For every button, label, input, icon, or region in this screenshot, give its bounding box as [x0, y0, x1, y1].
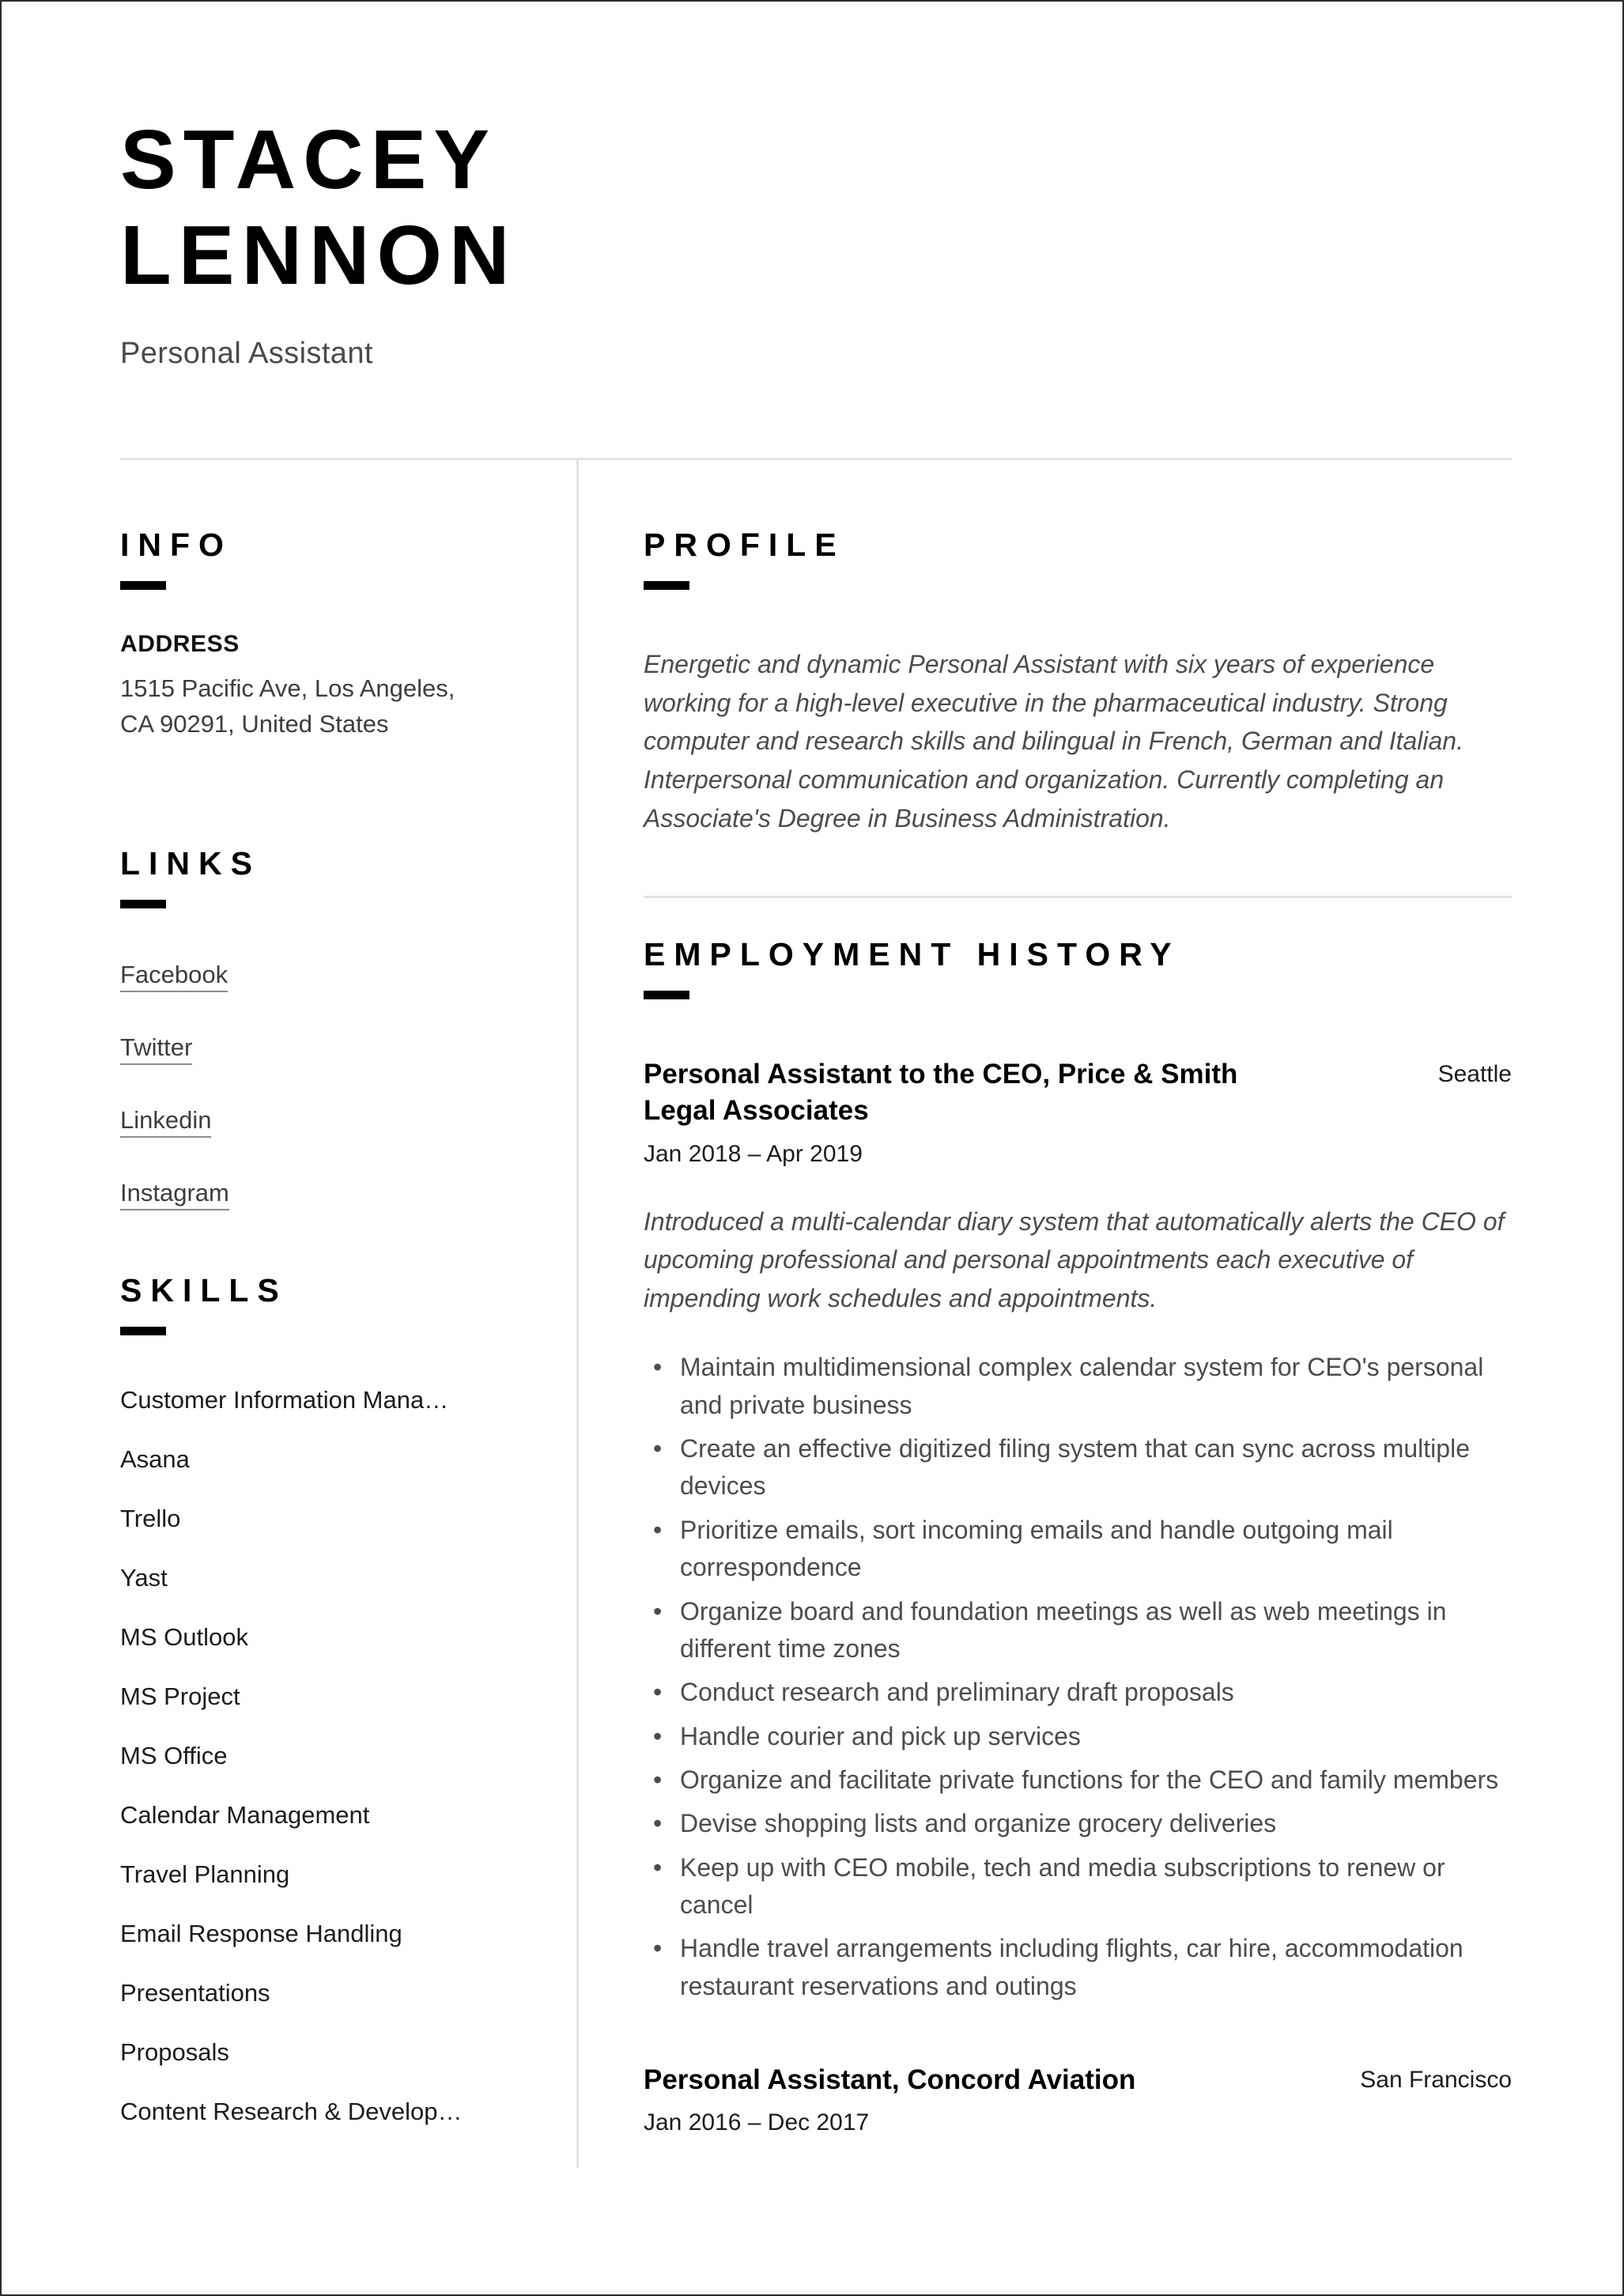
employment-bullet: Organize and facilitate private function…: [644, 1762, 1512, 1799]
employment-dates: Jan 2018 – Apr 2019: [644, 1140, 863, 1167]
employment-role-title: Personal Assistant to the CEO, Price & S…: [644, 1059, 1238, 1127]
section-links: LINKS Facebook Twitter Linkedin Instagra…: [120, 845, 539, 1210]
main-content: PROFILE Energetic and dynamic Personal A…: [644, 527, 1512, 2136]
employment-bullet: Handle travel arrangements including fli…: [644, 1930, 1512, 2005]
employment-entry: Personal Assistant, Concord Aviation San…: [644, 2062, 1512, 2136]
skill-item: Content Research & Develop…: [120, 2097, 463, 2125]
column-divider: [576, 459, 579, 2168]
section-accent-bar-links: [120, 899, 166, 908]
section-heading-info: INFO: [120, 527, 232, 563]
employment-bullet: Prioritize emails, sort incoming emails …: [644, 1512, 1512, 1587]
link-item-twitter[interactable]: Twitter: [120, 1033, 193, 1065]
employment-bullet: Keep up with CEO mobile, tech and media …: [644, 1849, 1512, 1924]
section-heading-employment: EMPLOYMENT HISTORY: [644, 936, 1180, 973]
last-name: LENNON: [120, 208, 517, 302]
skill-item: Customer Information Mana…: [120, 1385, 449, 1414]
employment-location: San Francisco: [1360, 2067, 1512, 2094]
section-employment-history: EMPLOYMENT HISTORY Personal Assistant to…: [644, 936, 1512, 2136]
link-item-linkedin[interactable]: Linkedin: [120, 1106, 212, 1138]
first-name: STACEY: [120, 113, 497, 206]
address-line-1: 1515 Pacific Ave, Los Angeles,: [120, 674, 455, 702]
links-list: Facebook Twitter Linkedin Instagram: [120, 961, 539, 1210]
address-label: ADDRESS: [120, 631, 240, 657]
employment-bullet-list: Maintain multidimensional complex calend…: [644, 1349, 1512, 2005]
profile-summary-text: Energetic and dynamic Personal Assistant…: [644, 650, 1463, 833]
employment-bullet: Maintain multidimensional complex calend…: [644, 1349, 1512, 1424]
section-accent-bar-info: [120, 581, 166, 590]
employment-location: Seattle: [1437, 1061, 1512, 1088]
employment-bullet: Create an effective digitized filing sys…: [644, 1430, 1512, 1505]
employment-bullet: Handle courier and pick up services: [644, 1718, 1512, 1756]
skill-item: MS Project: [120, 1682, 240, 1710]
section-accent-bar-employment: [644, 991, 689, 1000]
employment-entry-header: Personal Assistant to the CEO, Price & S…: [644, 1056, 1512, 1129]
section-accent-bar-skills: [120, 1326, 166, 1335]
employment-description: Introduced a multi-calendar diary system…: [644, 1207, 1505, 1312]
skill-item: Presentations: [120, 1978, 270, 2007]
section-skills: SKILLS Customer Information Mana… Asana …: [120, 1272, 539, 2126]
link-item-facebook[interactable]: Facebook: [120, 961, 228, 992]
skill-item: Asana: [120, 1444, 190, 1473]
header-divider: [120, 458, 1512, 460]
section-heading-profile: PROFILE: [644, 527, 845, 563]
employment-bullet: Conduct research and preliminary draft p…: [644, 1674, 1512, 1712]
employment-entry-header: Personal Assistant, Concord Aviation San…: [644, 2062, 1512, 2098]
employment-bullet: Organize board and foundation meetings a…: [644, 1593, 1512, 1668]
skill-item: Yast: [120, 1563, 168, 1592]
skill-item: MS Office: [120, 1741, 228, 1769]
employment-role-title: Personal Assistant, Concord Aviation: [644, 2064, 1136, 2096]
employment-bullet: Devise shopping lists and organize groce…: [644, 1805, 1512, 1843]
skill-item: MS Outlook: [120, 1622, 248, 1651]
section-heading-skills: SKILLS: [120, 1271, 288, 1308]
employment-dates: Jan 2016 – Dec 2017: [644, 2109, 870, 2136]
section-heading-links: LINKS: [120, 844, 261, 882]
skills-list: Customer Information Mana… Asana Trello …: [120, 1386, 539, 2126]
section-profile: PROFILE Energetic and dynamic Personal A…: [644, 527, 1512, 837]
skill-item: Travel Planning: [120, 1860, 290, 1888]
candidate-name: STACEY LENNON: [120, 112, 1512, 304]
resume-header: STACEY LENNON Personal Assistant: [120, 112, 1512, 371]
candidate-job-title: Personal Assistant: [120, 336, 373, 370]
skill-item: Trello: [120, 1504, 181, 1532]
sidebar: INFO ADDRESS 1515 Pacific Ave, Los Angel…: [120, 527, 539, 2157]
section-accent-bar-profile: [644, 581, 689, 590]
address-line-2: CA 90291, United States: [120, 710, 389, 738]
resume-page: STACEY LENNON Personal Assistant INFO AD…: [0, 0, 1624, 2296]
section-info: INFO ADDRESS 1515 Pacific Ave, Los Angel…: [120, 527, 539, 742]
skill-item: Email Response Handling: [120, 1919, 402, 1947]
skill-item: Calendar Management: [120, 1800, 370, 1829]
employment-entry: Personal Assistant to the CEO, Price & S…: [644, 1056, 1512, 2005]
skill-item: Proposals: [120, 2037, 229, 2066]
address-value: 1515 Pacific Ave, Los Angeles, CA 90291,…: [120, 670, 539, 742]
link-item-instagram[interactable]: Instagram: [120, 1179, 229, 1210]
